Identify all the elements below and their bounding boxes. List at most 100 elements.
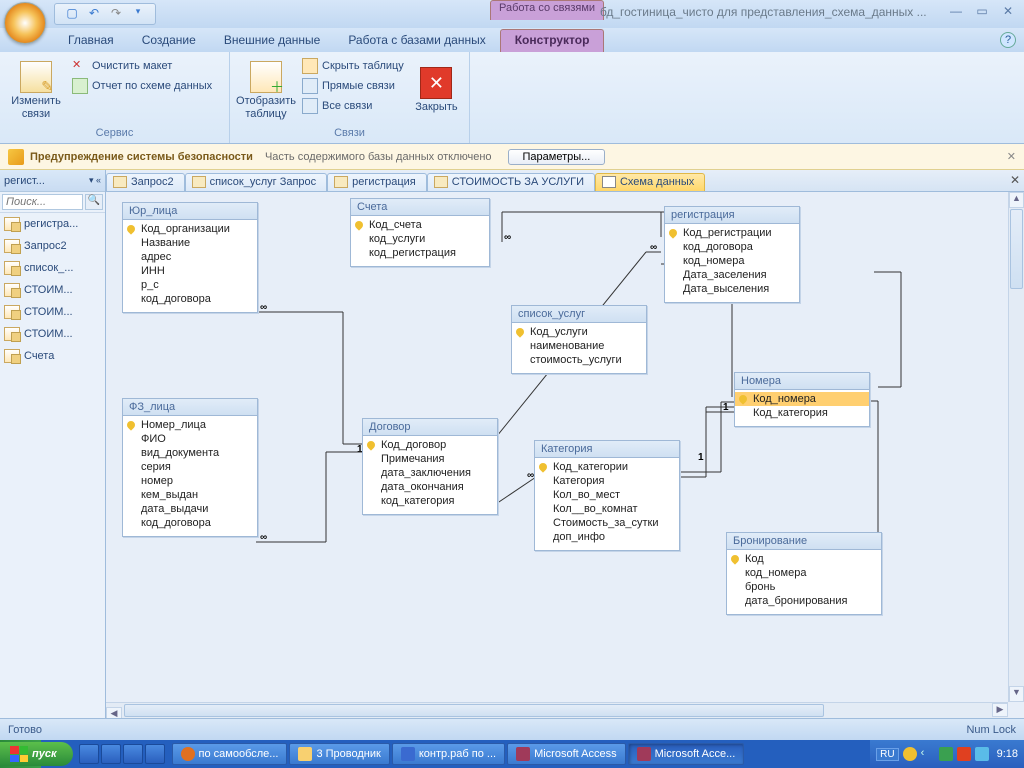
ql-mail-icon[interactable] [101,744,121,764]
ql-firefox-icon[interactable] [123,744,143,764]
doctab-spisok[interactable]: список_услуг Запрос [185,173,328,191]
nav-dropdown-icon[interactable]: ▾ « [89,175,101,186]
edit-links-icon: ✎ [20,61,52,93]
nav-item-5[interactable]: СТОИМ... [0,323,105,345]
show-table-button[interactable]: ＋ Отобразить таблицу [236,54,296,127]
undo-icon[interactable]: ↶ [86,6,102,22]
nav-search-go[interactable]: 🔍 [85,194,103,210]
help-button[interactable]: ? [1000,32,1016,48]
tab-external[interactable]: Внешние данные [210,30,335,52]
query-icon [4,283,20,297]
window-controls: — ▭ ✕ [946,4,1018,20]
relationships-canvas[interactable]: ∞1 ∞ 1∞ ∞ 11 ∞ 1 ∞1 ∞ [106,192,1024,718]
security-warning-title: Предупреждение системы безопасности [30,151,253,163]
query-icon [4,217,20,231]
nav-search-input[interactable] [2,194,83,210]
nav-item-0[interactable]: регистра... [0,213,105,235]
taskbar-item-3[interactable]: Microsoft Access [507,743,626,765]
office-button[interactable] [4,2,46,44]
nav-item-3[interactable]: СТОИМ... [0,279,105,301]
direct-links-icon [302,78,318,94]
tab-designer[interactable]: Конструктор [500,29,605,52]
work-area: регист...▾ « 🔍 регистра... Запрос2 списо… [0,170,1024,718]
tab-create[interactable]: Создание [128,30,210,52]
close-icon: ✕ [420,67,452,99]
tray-icon-4[interactable] [975,747,989,761]
firefox-icon [181,747,195,761]
query-icon [192,176,206,188]
vertical-scrollbar[interactable]: ▲▼ [1008,192,1024,702]
table-scheta[interactable]: Счета Код_счета код_услуги код_регистрац… [350,198,490,267]
direct-links-button[interactable]: Прямые связи [300,76,406,96]
doctab-schema[interactable]: Схема данных [595,173,705,191]
ql-desktop-icon[interactable] [145,744,165,764]
save-icon[interactable]: ▢ [64,6,80,22]
taskbar-item-4[interactable]: Microsoft Acce... [628,743,745,765]
table-dogovor[interactable]: Договор Код_договор Примечания дата_закл… [362,418,498,515]
taskbar-item-0[interactable]: по самообсле... [172,743,288,765]
tray-icon-3[interactable] [957,747,971,761]
svg-text:∞: ∞ [260,532,267,543]
context-tab-header: Работа со связями [490,0,604,20]
edit-links-button[interactable]: ✎ Изменить связи [6,54,66,127]
nav-item-6[interactable]: Счета [0,345,105,367]
security-warning-bar: Предупреждение системы безопасности Част… [0,144,1024,170]
nav-header[interactable]: регист...▾ « [0,170,105,192]
table-yur-lica[interactable]: Юр_лица Код_организации Название адрес И… [122,202,258,313]
nav-item-4[interactable]: СТОИМ... [0,301,105,323]
schema-report-button[interactable]: Отчет по схеме данных [70,76,214,96]
nav-item-2[interactable]: список_... [0,257,105,279]
taskbar-clock[interactable]: 9:18 [997,748,1018,760]
redo-icon[interactable]: ↷ [108,6,124,22]
report-icon [72,78,88,94]
security-params-button[interactable]: Параметры... [508,149,606,165]
doctab-reg[interactable]: регистрация [327,173,427,191]
svg-text:∞: ∞ [260,302,267,313]
qat-dropdown-icon[interactable]: ▾ [130,6,146,22]
clear-layout-button[interactable]: ✕Очистить макет [70,56,214,76]
query-icon [434,176,448,188]
tab-main[interactable]: Главная [54,30,128,52]
clear-icon: ✕ [72,58,88,74]
window-title: бд_гостиница_чисто для представления_схе… [600,5,927,19]
all-links-button[interactable]: Все связи [300,96,406,116]
query-icon [4,261,20,275]
table-registraciya[interactable]: регистрация Код_регистрации код_договора… [664,206,800,303]
access-icon [637,747,651,761]
nav-item-1[interactable]: Запрос2 [0,235,105,257]
maximize-button[interactable]: ▭ [972,4,992,20]
doctab-zapros2[interactable]: Запрос2 [106,173,185,191]
all-links-icon [302,98,318,114]
close-designer-button[interactable]: ✕ Закрыть [410,54,463,127]
start-button[interactable]: пуск [0,742,73,766]
tab-dbwork[interactable]: Работа с базами данных [334,30,499,52]
taskbar: пуск по самообсле... 3 Проводник контр.р… [0,740,1024,768]
ribbon: ✎ Изменить связи ✕Очистить макет Отчет п… [0,52,1024,144]
tray-icon-2[interactable] [939,747,953,761]
status-bar: Готово Num Lock [0,718,1024,740]
tray-icon[interactable] [903,747,917,761]
table-spisok-uslug[interactable]: список_услуг Код_услуги наименование сто… [511,305,647,374]
doctab-close-button[interactable]: ✕ [1010,173,1020,187]
table-nomera[interactable]: Номера Код_номера Код_категория [734,372,870,427]
table-fz-lica[interactable]: ФЗ_лица Номер_лица ФИО вид_документа сер… [122,398,258,537]
table-bronirovanie[interactable]: Бронирование Код код_номера бронь дата_б… [726,532,882,615]
horizontal-scrollbar[interactable]: ◀▶ [106,702,1008,718]
security-close-button[interactable]: ✕ [1007,150,1016,163]
doctab-stoimost[interactable]: СТОИМОСТЬ ЗА УСЛУГИ [427,173,595,191]
nav-search: 🔍 [0,192,105,213]
ql-ie-icon[interactable] [79,744,99,764]
close-window-button[interactable]: ✕ [998,4,1018,20]
group-service-label: Сервис [6,127,223,143]
query-icon [4,239,20,253]
status-ready: Готово [8,724,42,736]
minimize-button[interactable]: — [946,4,966,20]
hide-table-button[interactable]: Скрыть таблицу [300,56,406,76]
security-warning-msg: Часть содержимого базы данных отключено [265,151,492,163]
table-kategoria[interactable]: Категория Код_категории Категория Кол_во… [534,440,680,551]
taskbar-item-1[interactable]: 3 Проводник [289,743,389,765]
query-icon [4,349,20,363]
taskbar-item-2[interactable]: контр.раб по ... [392,743,505,765]
tray-arrow-icon[interactable]: ‹ [921,747,935,761]
language-indicator[interactable]: RU [876,748,898,761]
